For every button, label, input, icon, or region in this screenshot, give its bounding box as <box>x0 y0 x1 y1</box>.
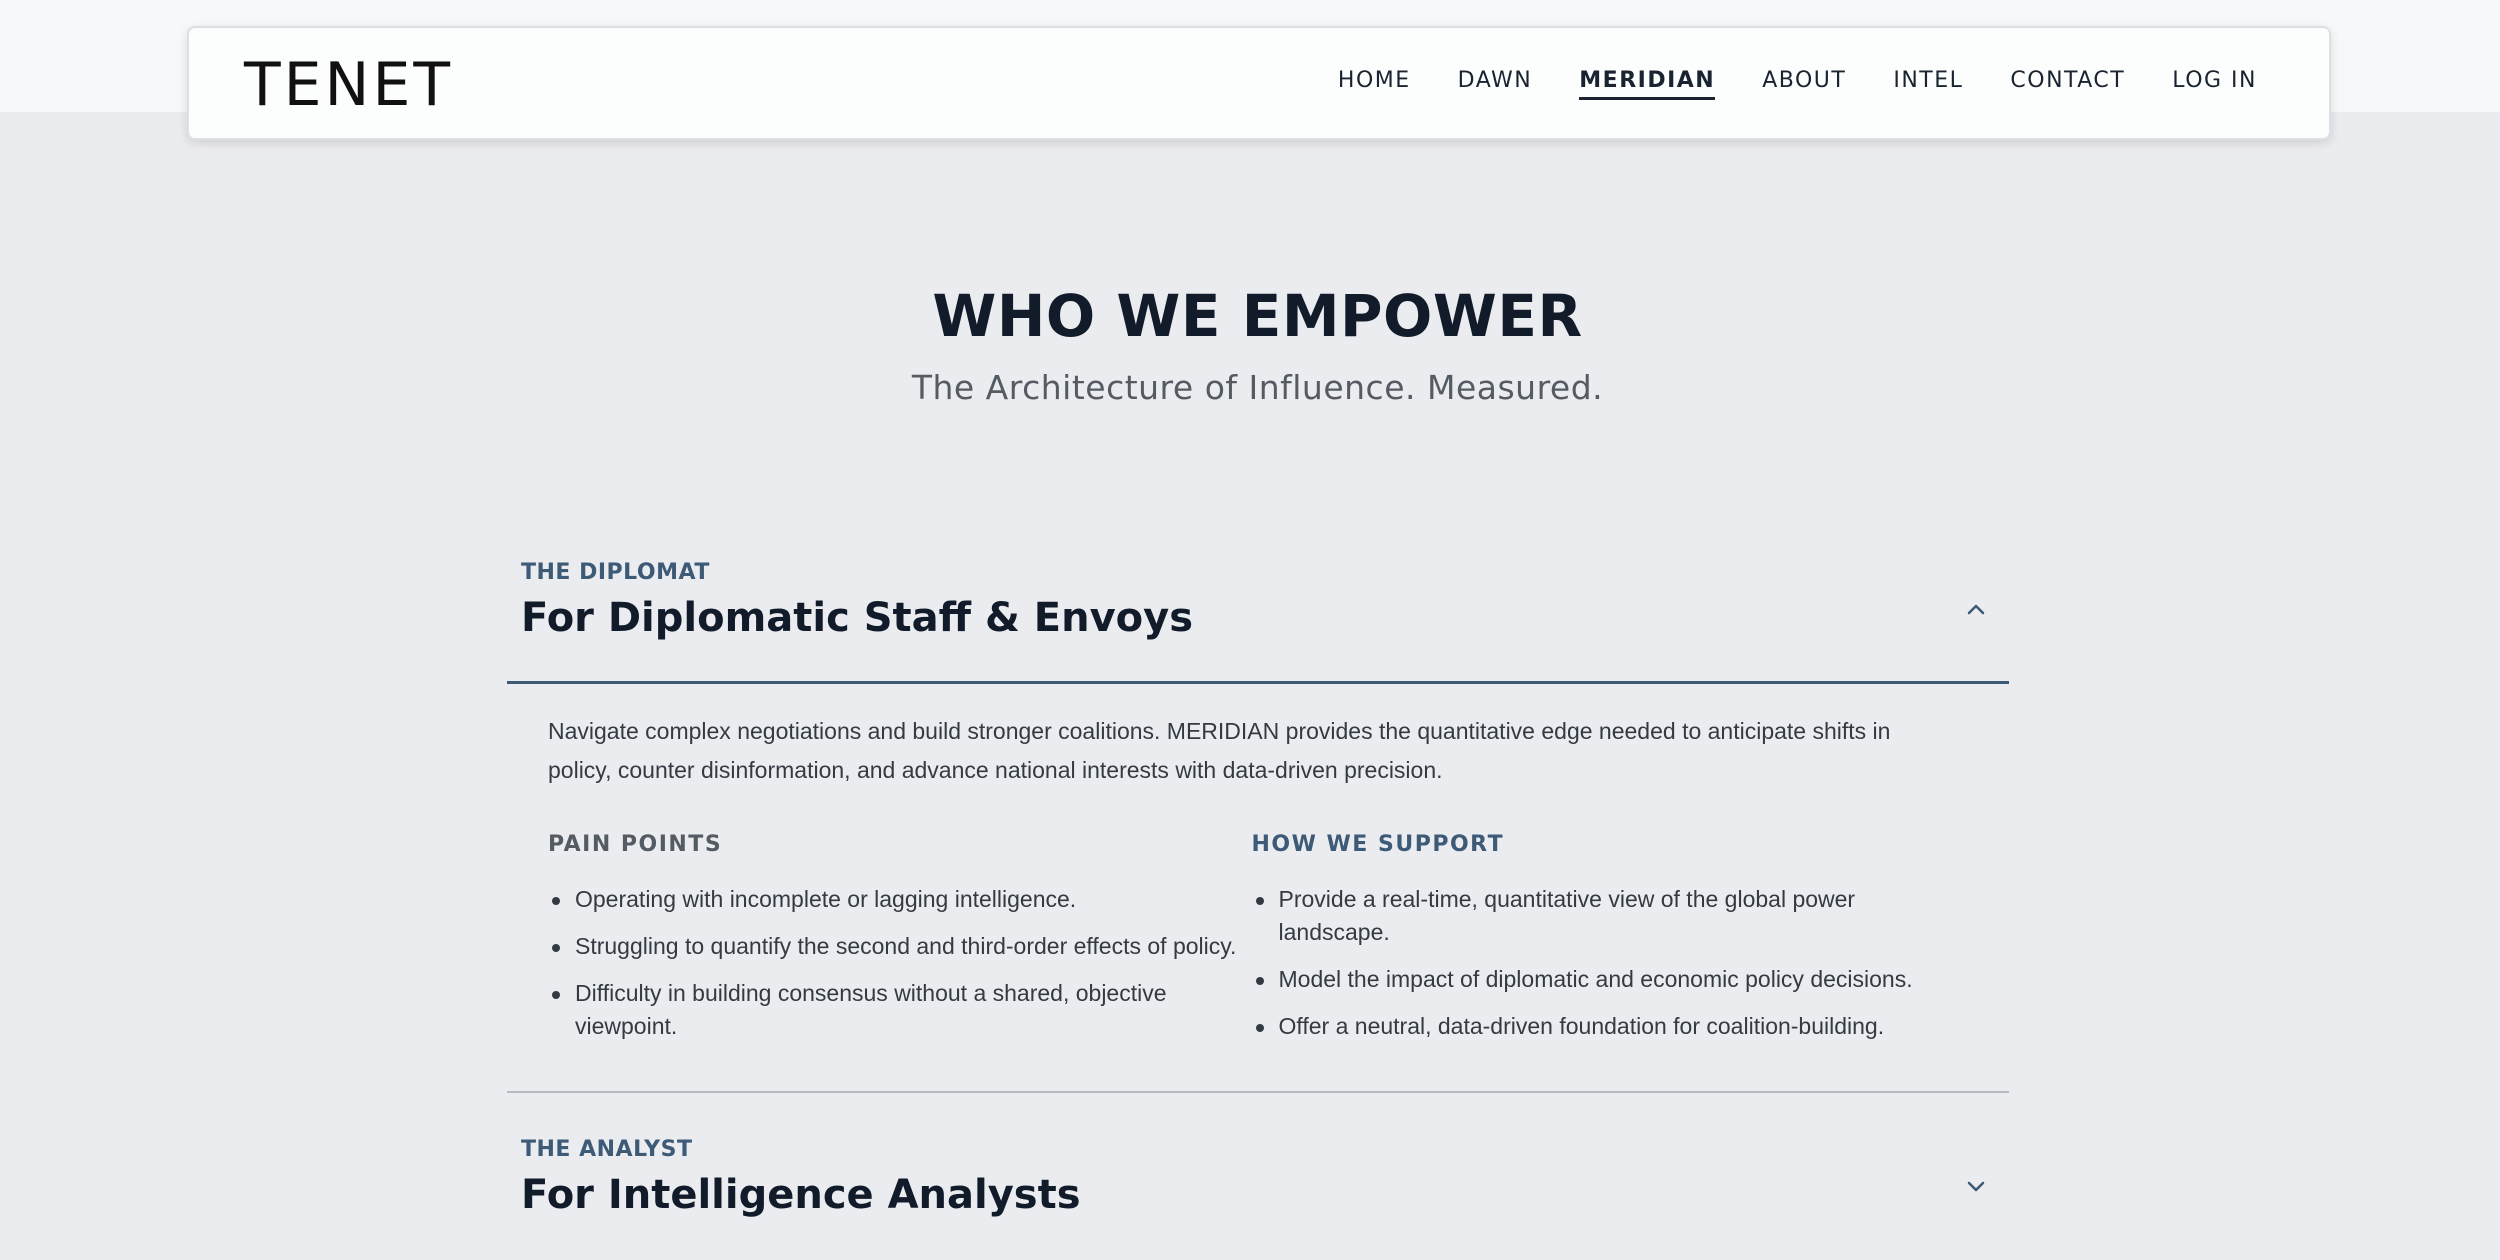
support-list: Provide a real-time, quantitative view o… <box>1252 883 1956 1043</box>
nav-about[interactable]: ABOUT <box>1762 68 1846 100</box>
accordion-divider <box>507 1091 2009 1093</box>
list-item: Difficulty in building consensus without… <box>548 977 1252 1043</box>
main-nav: HOME DAWN MERIDIAN ABOUT INTEL CONTACT L… <box>1338 68 2257 100</box>
list-item: Model the impact of diplomatic and econo… <box>1252 963 1956 996</box>
list-item: Offer a neutral, data-driven foundation … <box>1252 1010 1956 1043</box>
accordion-header-analyst[interactable]: THE ANALYST For Intelligence Analysts <box>507 1137 2009 1218</box>
pain-points-heading: PAIN POINTS <box>548 832 723 857</box>
nav-login[interactable]: LOG IN <box>2172 68 2257 100</box>
audience-accordion: THE DIPLOMAT For Diplomatic Staff & Envo… <box>507 560 2009 1218</box>
nav-contact[interactable]: CONTACT <box>2010 68 2125 100</box>
accordion-title: For Diplomatic Staff & Envoys <box>521 595 1194 641</box>
page-title: WHO WE EMPOWER <box>932 282 1583 350</box>
navbar: TENET HOME DAWN MERIDIAN ABOUT INTEL CON… <box>187 26 2331 140</box>
support-column: HOW WE SUPPORT Provide a real-time, quan… <box>1252 832 1956 1057</box>
page-subtitle: The Architecture of Influence. Measured. <box>911 368 1604 407</box>
nav-dawn[interactable]: DAWN <box>1458 68 1533 100</box>
chevron-up-icon[interactable] <box>1965 598 1987 620</box>
nav-meridian[interactable]: MERIDIAN <box>1579 68 1716 100</box>
accordion-description: Navigate complex negotiations and build … <box>548 718 1891 783</box>
chevron-down-icon[interactable] <box>1965 1175 1987 1197</box>
support-heading: HOW WE SUPPORT <box>1251 832 1505 857</box>
list-item: Provide a real-time, quantitative view o… <box>1252 883 1956 949</box>
accordion-panel-diplomat: Navigate complex negotiations and build … <box>507 684 2009 1057</box>
list-item: Struggling to quantify the second and th… <box>548 930 1252 963</box>
pain-points-list: Operating with incomplete or lagging int… <box>548 883 1252 1043</box>
accordion-title: For Intelligence Analysts <box>521 1172 1081 1218</box>
list-item: Operating with incomplete or lagging int… <box>548 883 1252 916</box>
accordion-eyebrow: THE ANALYST <box>521 1137 693 1162</box>
accordion-header-diplomat[interactable]: THE DIPLOMAT For Diplomatic Staff & Envo… <box>507 560 2009 641</box>
logo[interactable]: TENET <box>244 50 453 120</box>
nav-intel[interactable]: INTEL <box>1893 68 1963 100</box>
pain-points-column: PAIN POINTS Operating with incomplete or… <box>548 832 1252 1057</box>
accordion-columns: PAIN POINTS Operating with incomplete or… <box>548 832 1955 1057</box>
nav-home[interactable]: HOME <box>1338 68 1411 100</box>
accordion-eyebrow: THE DIPLOMAT <box>521 560 710 585</box>
